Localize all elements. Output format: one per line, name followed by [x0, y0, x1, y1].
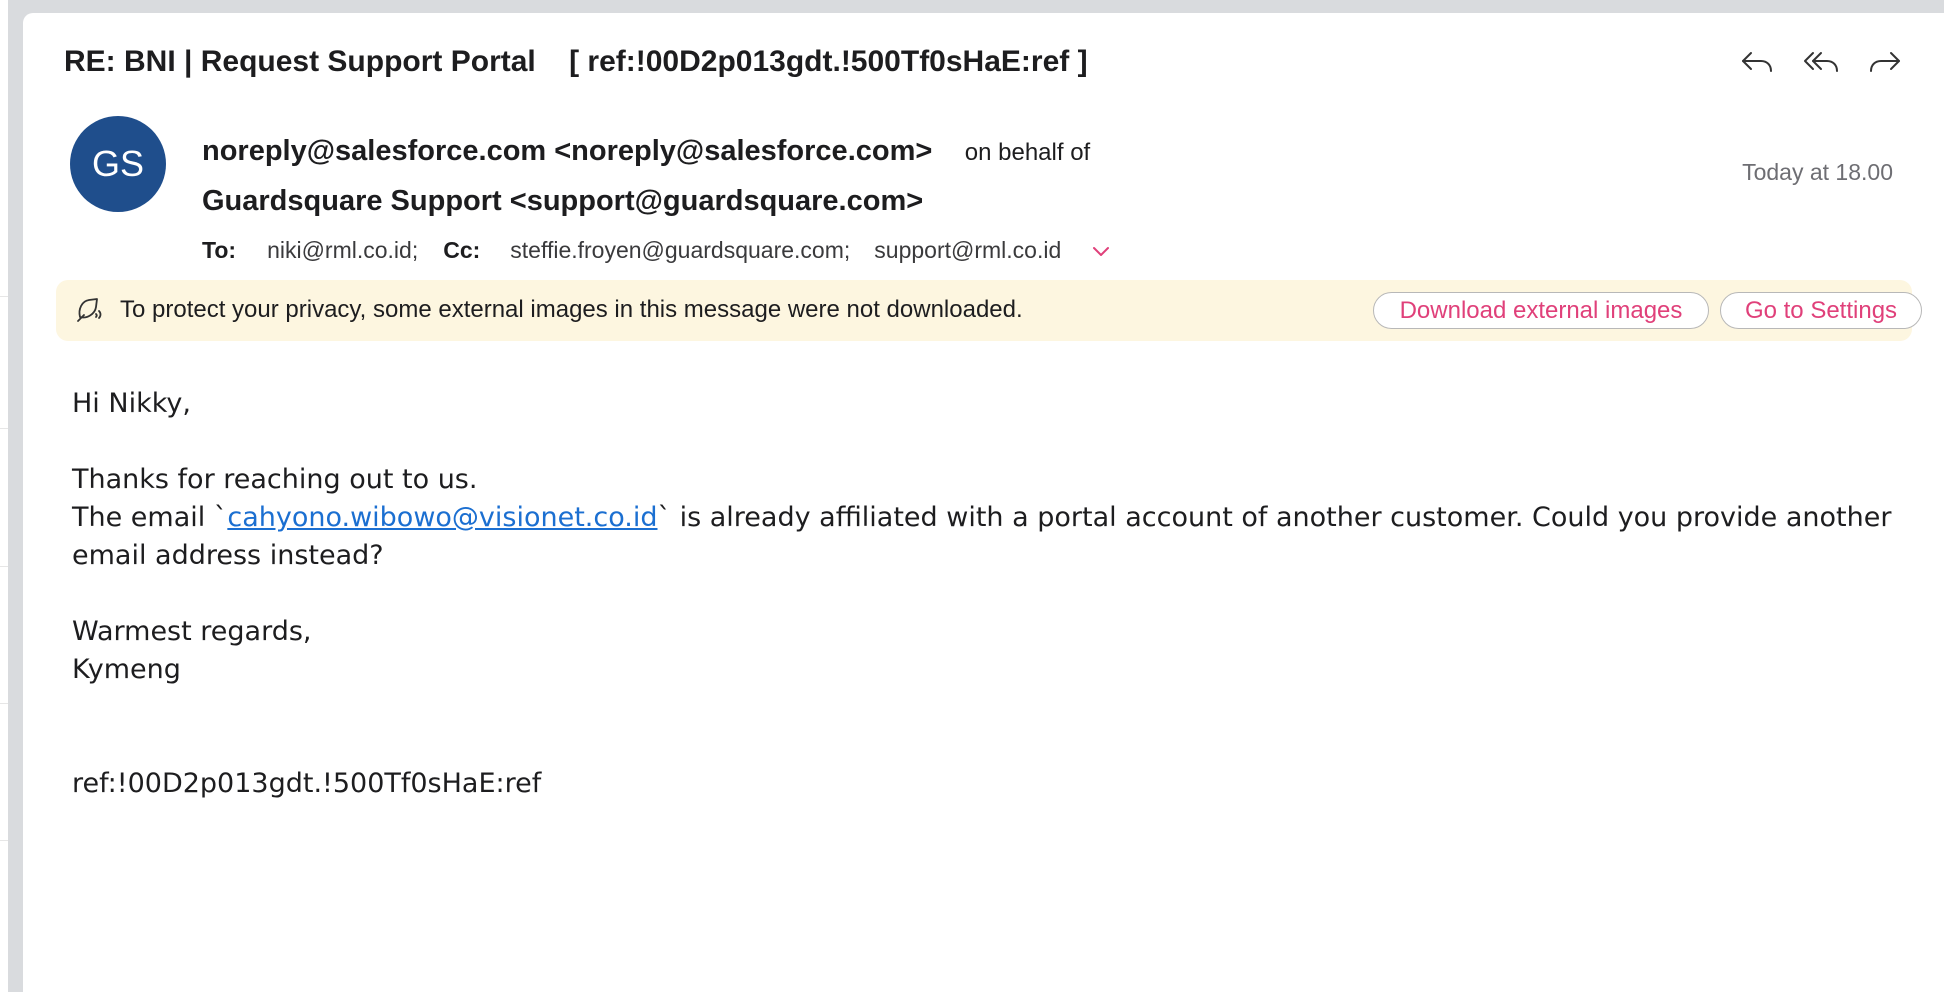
cc-recipient[interactable]: steffie.froyen@guardsquare.com; [510, 237, 850, 264]
reply-all-icon [1804, 52, 1838, 72]
download-external-images-button[interactable]: Download external images [1373, 292, 1709, 329]
sender-address[interactable]: noreply@salesforce.com <noreply@salesfor… [202, 135, 932, 167]
forward-button[interactable] [1866, 43, 1904, 81]
message-list-edge [0, 0, 8, 992]
chevron-down-icon[interactable] [1091, 244, 1111, 258]
email-link[interactable]: cahyono.wibowo@visionet.co.id [227, 502, 657, 533]
to-recipient[interactable]: niki@rml.co.id; [267, 237, 418, 264]
greeting: Hi Nikky, [72, 388, 191, 419]
body-text-segment: ` is already affiliated with a portal ac… [657, 502, 1892, 533]
message-actions [1738, 43, 1904, 81]
from-line: noreply@salesforce.com <noreply@salesfor… [202, 135, 1090, 168]
reference-id: ref:!00D2p013gdt.!500Tf0sHaE:ref [72, 768, 542, 799]
body-text-segment: The email ` [72, 502, 228, 533]
message-subject: RE: BNI | Request Support Portal [ ref:!… [64, 45, 1088, 78]
privacy-banner: To protect your privacy, some external i… [56, 280, 1922, 341]
to-label: To: [202, 237, 237, 263]
cc-label: Cc: [443, 237, 481, 263]
privacy-message: To protect your privacy, some external i… [120, 296, 1023, 323]
cc-recipient[interactable]: support@rml.co.id [874, 237, 1061, 264]
recipients-line: To: niki@rml.co.id; Cc: steffie.froyen@g… [202, 237, 1111, 264]
privacy-shield-icon [77, 298, 102, 322]
reply-button[interactable] [1738, 43, 1776, 81]
closing: Warmest regards, [72, 616, 312, 647]
body-line: The email `cahyono.wibowo@visionet.co.id… [72, 499, 1892, 537]
signature: Kymeng [72, 654, 181, 685]
forward-icon [1870, 52, 1900, 72]
message-body: Hi Nikky, Thanks for reaching out to us.… [72, 385, 1892, 803]
message-date: Today at 18.00 [1742, 159, 1893, 185]
reply-icon [1742, 52, 1772, 72]
message-viewer: RE: BNI | Request Support Portal [ ref:!… [23, 13, 1944, 992]
on-behalf-label: on behalf of [964, 139, 1091, 166]
body-line: Thanks for reaching out to us. [72, 464, 478, 495]
reply-all-button[interactable] [1802, 43, 1840, 81]
on-behalf-sender[interactable]: Guardsquare Support <support@guardsquare… [202, 185, 923, 218]
sender-avatar: GS [70, 116, 166, 212]
go-to-settings-button[interactable]: Go to Settings [1720, 292, 1922, 329]
body-line: email address instead? [72, 540, 384, 571]
